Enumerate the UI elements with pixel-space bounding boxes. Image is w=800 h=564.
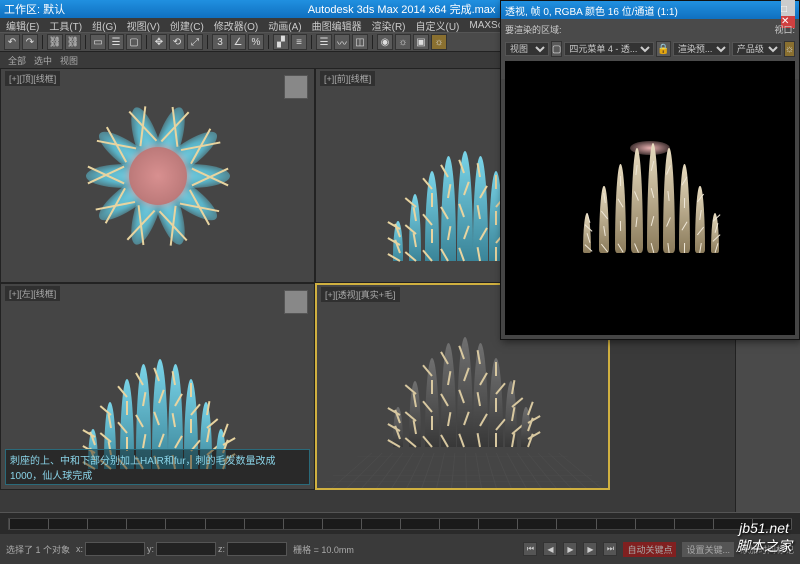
viewcube-icon[interactable] [284,75,308,99]
layers-icon[interactable]: ☰ [316,34,332,50]
angle-snap-icon[interactable]: ∠ [230,34,246,50]
undo-icon[interactable]: ↶ [4,34,20,50]
timeline [0,512,800,534]
lock-icon[interactable]: 🔒 [656,41,670,57]
move-icon[interactable]: ✥ [151,34,167,50]
viewport-label: [+][透视][真实+毛] [321,287,400,302]
redo-icon[interactable]: ↷ [22,34,38,50]
watermark-url: jb51.net [736,520,792,536]
viewport-top[interactable]: [+][顶][线框] [0,68,315,283]
menu-edit[interactable]: 编辑(E) [6,18,39,33]
maximize-button[interactable]: □ [781,4,795,16]
next-frame-icon[interactable]: ▶ [583,542,597,556]
menu-group[interactable]: 组(G) [92,18,116,33]
qa-all[interactable]: 全部 [8,54,26,67]
workspace-label: 工作区: 默认 [4,1,65,17]
render-viewport-select[interactable]: 四元菜单 4 - 透... [564,42,654,56]
viewport-label: [+][前][线框] [320,71,375,86]
render-frame-icon[interactable]: ▣ [413,34,429,50]
render-setup-icon[interactable]: ☼ [395,34,411,50]
material-icon[interactable]: ◉ [377,34,393,50]
viewcube-icon[interactable] [284,290,308,314]
goto-end-icon[interactable]: ⏭ [603,542,617,556]
status-bar: 选择了 1 个对象 x: y: z: 栅格 = 10.0mm ⏮ ◀ ▶ ▶ ⏭… [0,534,800,564]
select-rect-icon[interactable]: ▢ [126,34,142,50]
rotate-icon[interactable]: ⟲ [169,34,185,50]
render-title-bar: 透视, 帧 0, RGBA 颜色 16 位/通道 (1:1) − □ ✕ [501,1,799,19]
render-button-icon[interactable]: ☼ [784,41,795,57]
align-icon[interactable]: ≡ [291,34,307,50]
render-toolbar-1: 要渲染的区域: 视口: [501,19,799,39]
render-prod-select[interactable]: 产品级 [732,42,782,56]
watermark-text: 脚本之家 [736,536,792,556]
rendered-image [575,133,725,263]
link-icon[interactable]: ⛓ [47,34,63,50]
qa-view[interactable]: 视图 [60,54,78,67]
y-input[interactable] [156,542,216,556]
menu-render[interactable]: 渲染(R) [372,18,406,33]
menu-modifiers[interactable]: 修改器(O) [214,18,258,33]
z-label: z: [218,544,225,554]
caption-text: 刺座的上、中和下部分别加上HAIR和fur，刺的毛发数量改成1000，仙人球完成 [5,449,310,485]
render-window: 透视, 帧 0, RGBA 颜色 16 位/通道 (1:1) − □ ✕ 要渲染… [500,0,800,340]
goto-start-icon[interactable]: ⏮ [523,542,537,556]
viewport-label: [+][顶][线框] [5,71,60,86]
schematic-icon[interactable]: ◫ [352,34,368,50]
render-title: 透视, 帧 0, RGBA 颜色 16 位/通道 (1:1) [505,3,781,18]
model-persp-view [383,337,543,447]
grid-plane [317,453,608,488]
curve-editor-icon[interactable]: 〰 [334,34,350,50]
auto-key-button[interactable]: 自动关键点 [623,542,676,557]
y-label: y: [147,544,154,554]
region-icon[interactable]: ▢ [551,41,562,57]
menu-animation[interactable]: 动画(A) [268,18,301,33]
render-area-select[interactable]: 视图 [505,42,549,56]
snap-icon[interactable]: 3 [212,34,228,50]
set-key-button[interactable]: 设置关键... [682,542,734,557]
z-input[interactable] [227,542,287,556]
prev-frame-icon[interactable]: ◀ [543,542,557,556]
menu-custom[interactable]: 自定义(U) [416,18,460,33]
play-icon[interactable]: ▶ [563,542,577,556]
coords: x: y: z: [76,542,287,556]
render-toolbar-2: 视图 ▢ 四元菜单 4 - 透... 🔒 渲染预... 产品级 ☼ [501,39,799,59]
render-canvas [505,61,795,335]
timeline-track[interactable] [8,518,792,530]
menu-view[interactable]: 视图(V) [127,18,160,33]
render-area-label: 要渲染的区域: [505,23,562,36]
x-label: x: [76,544,83,554]
select-name-icon[interactable]: ☰ [108,34,124,50]
render-preset-select[interactable]: 渲染预... [673,42,730,56]
render-icon[interactable]: ☼ [431,34,447,50]
percent-snap-icon[interactable]: % [248,34,264,50]
watermark: jb51.net 脚本之家 [736,520,792,556]
menu-create[interactable]: 创建(C) [170,18,204,33]
select-icon[interactable]: ▭ [90,34,106,50]
menu-graph[interactable]: 曲图编辑器 [312,18,362,33]
menu-tools[interactable]: 工具(T) [49,18,82,33]
viewport-left[interactable]: [+][左][线框] 刺座的上、中和下部分别加上HAIR和fur，刺的毛发数量改… [0,283,315,490]
render-preset-label: 视口: [774,23,795,36]
x-input[interactable] [85,542,145,556]
scale-icon[interactable]: ⤢ [187,34,203,50]
unlink-icon[interactable]: ⛓ [65,34,81,50]
mirror-icon[interactable]: ▞ [273,34,289,50]
qa-sel[interactable]: 选中 [34,54,52,67]
grid-status: 栅格 = 10.0mm [293,543,354,556]
model-top-view [58,76,258,276]
selection-status: 选择了 1 个对象 [6,543,70,556]
viewport-label: [+][左][线框] [5,286,60,301]
